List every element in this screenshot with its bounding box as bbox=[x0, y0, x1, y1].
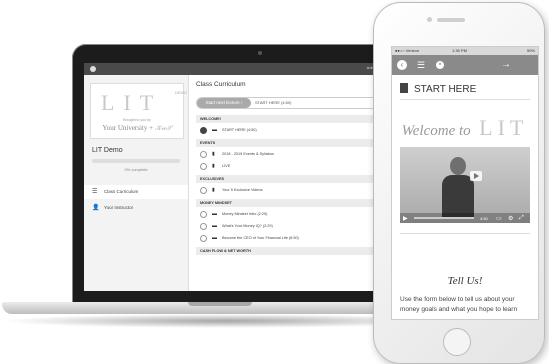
video-icon: ▬ bbox=[212, 235, 217, 241]
incomplete-check-icon bbox=[200, 223, 207, 230]
lecture-title: Become the CEO of Your Financial Life (6… bbox=[222, 236, 299, 240]
video-icon: ▬ bbox=[212, 127, 217, 133]
lecture-item[interactable]: ▬ What's Your Money IQ? (2:29) bbox=[196, 221, 384, 231]
divider bbox=[400, 99, 530, 100]
logo-university-text: Your University + bbox=[102, 124, 155, 132]
instructor-thumbnail bbox=[440, 157, 476, 217]
lecture-body-text: Use the form below to tell us about your… bbox=[400, 296, 518, 313]
welcome-script: Welcome to bbox=[401, 123, 471, 139]
lecture-title: 2018 - 2019 Events & Syllabus bbox=[222, 152, 274, 156]
welcome-wordmark: LIT bbox=[479, 115, 529, 140]
lecture-item[interactable]: ▬ START HERE (4:50) bbox=[196, 125, 384, 135]
status-time: 1:36 PM bbox=[452, 48, 467, 53]
app-topbar: Admin bbox=[84, 63, 384, 75]
start-next-lecture-button[interactable]: Start next lecture › bbox=[197, 98, 251, 108]
lecture-item[interactable]: ▮ 2018 - 2019 Events & Syllabus bbox=[196, 149, 384, 159]
doc-icon: ▮ bbox=[212, 163, 215, 169]
user-icon: 👤 bbox=[92, 205, 100, 211]
video-timeline[interactable] bbox=[414, 217, 474, 219]
play-pause-icon[interactable]: ▶ bbox=[403, 215, 408, 222]
incomplete-check-icon bbox=[200, 235, 207, 242]
course-title: LIT Demo bbox=[92, 147, 123, 154]
school-logo[interactable]: LIT DEMO Brought to you by Your Universi… bbox=[90, 83, 187, 139]
logo-wordmark: LIT bbox=[101, 90, 163, 115]
settings-icon[interactable]: ⚙ bbox=[508, 215, 513, 222]
sidebar: LIT DEMO Brought to you by Your Universi… bbox=[84, 75, 189, 291]
sidebar-item-class-curriculum[interactable]: ☰ Class Curriculum bbox=[84, 185, 188, 199]
section-header: WELCOME! bbox=[196, 115, 384, 123]
lecture-nav-bar: ‹ ☰ × → bbox=[392, 55, 538, 75]
divider bbox=[400, 233, 530, 234]
list-icon: ☰ bbox=[92, 189, 98, 195]
doc-icon bbox=[400, 83, 408, 93]
section-header: MONEY MINDSET bbox=[196, 199, 384, 207]
welcome-banner: Welcome to LIT bbox=[392, 115, 538, 141]
lecture-heading-text: START HERE bbox=[414, 84, 477, 95]
menu-icon[interactable] bbox=[90, 66, 96, 72]
fullscreen-icon[interactable]: ⤢ bbox=[519, 215, 524, 222]
lecture-title: Your 5 Exclusive Videos bbox=[222, 188, 263, 192]
close-icon[interactable]: × bbox=[436, 61, 444, 69]
phone-screen: ●●○○ Verizon 1:36 PM 59% ‹ ☰ × → START H… bbox=[391, 46, 539, 320]
completed-check-icon bbox=[200, 127, 207, 134]
start-next-bar: Start next lecture › START HERE (4:50) bbox=[196, 97, 384, 109]
carrier-label: ●●○○ Verizon bbox=[395, 48, 420, 53]
back-icon[interactable]: ‹ bbox=[397, 60, 407, 70]
list-icon[interactable]: ☰ bbox=[414, 60, 428, 70]
play-icon[interactable] bbox=[470, 171, 482, 181]
tell-us-heading: Tell Us! bbox=[447, 275, 483, 287]
logo-demo-tag: DEMO bbox=[175, 90, 187, 95]
instructor-body bbox=[442, 175, 474, 217]
sidebar-item-label: Class Curriculum bbox=[104, 189, 139, 194]
course-progress-label: 0% complete bbox=[124, 167, 148, 172]
course-progress-bar bbox=[92, 159, 180, 163]
captions-icon[interactable]: ▭ bbox=[496, 215, 502, 222]
lecture-title: What's Your Money IQ? (2:29) bbox=[222, 224, 273, 228]
lecture-title: LIVE bbox=[222, 164, 231, 168]
video-icon: ▬ bbox=[212, 211, 217, 217]
lecture-item[interactable]: ▮ LIVE bbox=[196, 161, 384, 171]
lecture-heading: START HERE bbox=[400, 83, 476, 95]
sidebar-item-your-instructor[interactable]: 👤 Your Instructor bbox=[84, 201, 188, 215]
laptop-camera bbox=[258, 51, 262, 55]
lecture-title: Money Mindset Intro (2:25) bbox=[222, 212, 268, 216]
video-controls: ▶ 4:50 ▭ ⚙ ⤢ bbox=[400, 213, 530, 223]
incomplete-check-icon bbox=[200, 187, 207, 194]
curriculum-main: Class Curriculum Start next lecture › ST… bbox=[188, 75, 384, 291]
laptop-notch bbox=[188, 302, 252, 306]
incomplete-check-icon bbox=[200, 151, 207, 158]
instructor-head bbox=[450, 157, 466, 175]
video-icon: ▬ bbox=[212, 223, 217, 229]
next-lecture-name[interactable]: START HERE (4:50) bbox=[255, 100, 291, 105]
section-header: EVENTS bbox=[196, 139, 384, 147]
phone-status-bar: ●●○○ Verizon 1:36 PM 59% bbox=[392, 47, 538, 55]
battery-label: 59% bbox=[526, 48, 535, 53]
lecture-item[interactable]: ▮ Your 5 Exclusive Videos bbox=[196, 185, 384, 195]
section-header: EXCLUSIVES bbox=[196, 175, 384, 183]
next-arrow-icon[interactable]: → bbox=[500, 59, 512, 71]
sidebar-item-label: Your Instructor bbox=[104, 205, 134, 210]
logo-brought-by: Brought to you by bbox=[123, 118, 151, 122]
logo-university: Your University + 𝒦𝓌𝒮 bbox=[91, 124, 183, 133]
page-title: Class Curriculum bbox=[196, 81, 246, 88]
logo-signature: 𝒦𝓌𝒮 bbox=[154, 124, 172, 132]
lecture-item[interactable]: ▬ Money Mindset Intro (2:25) bbox=[196, 209, 384, 219]
laptop-screen: Admin LIT DEMO Brought to you by Your Un… bbox=[84, 63, 384, 291]
phone-home-button[interactable] bbox=[443, 328, 471, 356]
phone-speaker bbox=[437, 18, 465, 22]
doc-icon: ▮ bbox=[212, 187, 215, 193]
lecture-item[interactable]: ▬ Become the CEO of Your Financial Life … bbox=[196, 233, 384, 243]
video-player[interactable]: ▶ 4:50 ▭ ⚙ ⤢ bbox=[400, 147, 530, 223]
incomplete-check-icon bbox=[200, 163, 207, 170]
incomplete-check-icon bbox=[200, 211, 207, 218]
section-header: CASH FLOW & NET WORTH bbox=[196, 247, 384, 255]
doc-icon: ▮ bbox=[212, 151, 215, 157]
lecture-title: START HERE (4:50) bbox=[222, 128, 257, 132]
video-time: 4:50 bbox=[480, 216, 488, 221]
phone-camera bbox=[427, 17, 432, 22]
